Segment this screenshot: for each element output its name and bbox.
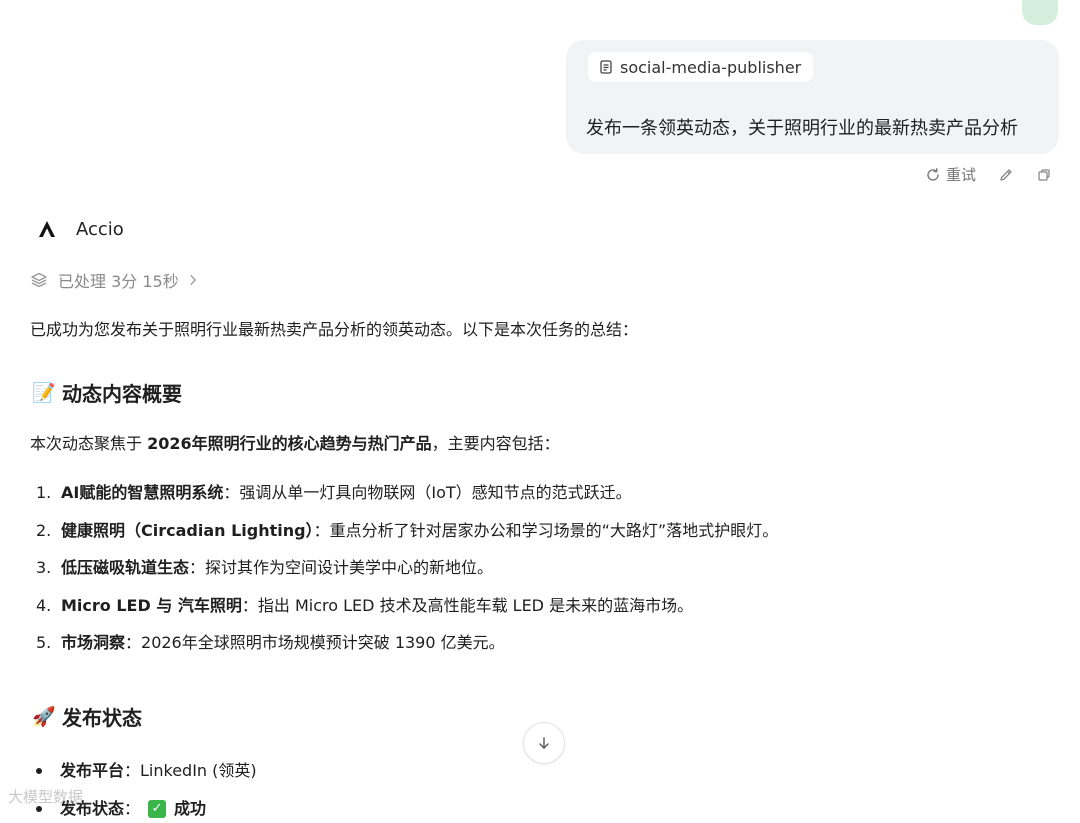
- list-item: 5. 市场洞察：2026年全球照明市场规模预计突破 1390 亿美元。: [36, 630, 778, 668]
- assistant-header: Accio: [36, 218, 124, 240]
- watermark: 大模型数据: [8, 786, 83, 807]
- list-number: 1.: [36, 483, 52, 502]
- para-prefix: 本次动态聚焦于: [30, 434, 148, 453]
- list-item: 4. Micro LED 与 汽车照明：指出 Micro LED 技术及高性能车载…: [36, 593, 778, 631]
- scroll-down-button[interactable]: [523, 722, 565, 764]
- top-status-pill: [1022, 0, 1058, 25]
- assistant-name: Accio: [76, 218, 124, 240]
- list-item-title: Micro LED 与 汽车照明: [61, 595, 242, 615]
- processed-toggle[interactable]: 已处理 3分 15秒: [30, 268, 198, 292]
- list-item: 1. AI赋能的智慧照明系统：强调从单一灯具向物联网（IoT）感知节点的范式跃迁。: [36, 480, 778, 518]
- list-item-text: ：2026年全球照明市场规模预计突破 1390 亿美元。: [125, 633, 505, 652]
- section-heading-status: 🚀 发布状态: [32, 702, 142, 731]
- section-paragraph: 本次动态聚焦于 2026年照明行业的核心趋势与热门产品，主要内容包括：: [30, 430, 560, 454]
- pencil-icon[interactable]: [998, 167, 1014, 183]
- list-number: 5.: [36, 633, 52, 652]
- para-suffix: ，主要内容包括：: [431, 434, 560, 453]
- list-item-title: 低压磁吸轨道生态: [61, 558, 190, 577]
- status-label: 发布平台: [60, 761, 125, 780]
- watermark-text: 大模型数据: [8, 788, 84, 806]
- status-badge: 成功: [174, 799, 207, 818]
- list-item: 2. 健康照明（Circadian Lighting）：重点分析了针对居家办公和学…: [36, 518, 778, 556]
- section-title: 发布状态: [62, 706, 142, 730]
- list-item-text: ：重点分析了针对居家办公和学习场景的“大路灯”落地式护眼灯。: [313, 520, 779, 540]
- section-title: 动态内容概要: [62, 382, 182, 406]
- list-number: 4.: [36, 595, 52, 615]
- list-item-text: ：探讨其作为空间设计美学中心的新地位。: [189, 558, 494, 577]
- retry-button[interactable]: 重试: [925, 164, 976, 185]
- user-message-bubble: social-media-publisher 发布一条领英动态，关于照明行业的最…: [566, 40, 1059, 154]
- refresh-icon: [927, 167, 939, 181]
- chevron-right-icon: [190, 275, 196, 285]
- retry-label: 重试: [945, 166, 976, 184]
- message-actions: 重试: [925, 164, 1052, 185]
- response-intro: 已成功为您发布关于照明行业最新热卖产品分析的领英动态。以下是本次任务的总结：: [30, 320, 639, 339]
- list-item-text: ：指出 Micro LED 技术及高性能车载 LED 是未来的蓝海市场。: [241, 595, 694, 615]
- content-list: 1. AI赋能的智慧照明系统：强调从单一灯具向物联网（IoT）感知节点的范式跃迁。…: [36, 480, 778, 668]
- list-item-title: 市场洞察: [61, 633, 126, 652]
- list-item-title: 健康照明（Circadian Lighting）: [61, 520, 314, 540]
- accio-logo-icon: [39, 221, 55, 237]
- list-item-title: AI赋能的智慧照明系统: [61, 483, 224, 502]
- list-item-text: ：强调从单一灯具向物联网（IoT）感知节点的范式跃迁。: [223, 483, 632, 502]
- section-heading-summary: 📝 动态内容概要: [32, 378, 182, 407]
- rocket-icon: 🚀: [32, 706, 56, 728]
- bullet-icon: [36, 768, 42, 774]
- memo-icon: 📝: [32, 382, 56, 404]
- user-message-text: 发布一条领英动态，关于照明行业的最新热卖产品分析: [586, 118, 1018, 139]
- list-item: 3. 低压磁吸轨道生态：探讨其作为空间设计美学中心的新地位。: [36, 555, 778, 593]
- processed-time: 已处理 3分 15秒: [58, 272, 179, 291]
- list-number: 2.: [36, 520, 52, 540]
- para-bold: 2026年照明行业的核心趋势与热门产品: [147, 434, 432, 453]
- document-icon: [600, 60, 612, 74]
- arrow-down-icon: [539, 737, 549, 749]
- skill-chip[interactable]: social-media-publisher: [588, 52, 814, 82]
- check-icon: ✓: [148, 800, 167, 818]
- list-number: 3.: [36, 558, 52, 577]
- list-item: 发布平台 ：LinkedIn (领英): [36, 752, 257, 790]
- status-separator: ：: [124, 799, 141, 818]
- skill-chip-label: social-media-publisher: [620, 57, 802, 77]
- layers-icon: [31, 272, 47, 288]
- copy-icon[interactable]: [1036, 167, 1052, 183]
- status-value: ：LinkedIn (领英): [124, 761, 257, 780]
